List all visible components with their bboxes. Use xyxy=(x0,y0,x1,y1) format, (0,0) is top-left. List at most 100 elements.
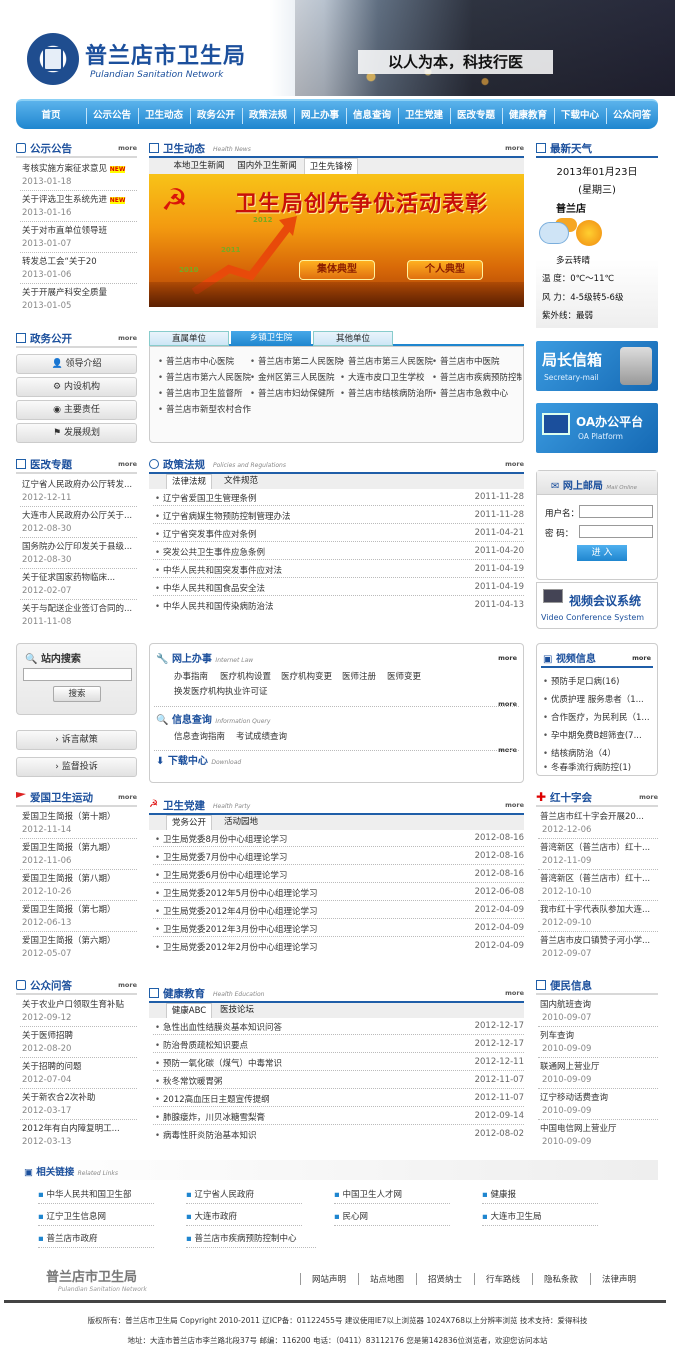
list-item[interactable]: 国内航班查询 xyxy=(540,998,591,1010)
list-item[interactable]: 病毒性肝炎防治基本知识 xyxy=(155,1129,257,1141)
list-item[interactable]: 关于农业户口领取生育补贴 xyxy=(22,998,134,1010)
related-link[interactable]: ▪ 中华人民共和国卫生部 xyxy=(38,1188,154,1204)
unit-link[interactable]: 普兰店市新型农村合作 xyxy=(158,403,251,415)
service-link[interactable]: 医师注册 xyxy=(342,670,376,682)
list-item[interactable]: 关于开展产科安全质量 xyxy=(22,286,132,298)
nav-announce[interactable]: 公示公告 xyxy=(86,101,138,131)
list-item[interactable]: 普兰店市皮口镇赞子河小学... xyxy=(540,934,656,946)
qa-more-link[interactable]: more xyxy=(118,981,137,989)
footer-link[interactable]: 法律声明 xyxy=(602,1273,636,1285)
list-item[interactable]: 防治骨质疏松知识要点 xyxy=(155,1039,248,1051)
list-item[interactable]: 孕中期免费B超筛查(7... xyxy=(543,729,655,741)
tab-documents[interactable]: 文件规范 xyxy=(218,474,264,489)
list-item[interactable]: 卫生局党委2012年3月份中心组理论学习 xyxy=(155,923,318,935)
unit-link[interactable]: 普兰店市急救中心 xyxy=(432,387,508,399)
unit-link[interactable]: 普兰店市卫生监督所 xyxy=(158,387,243,399)
related-link[interactable]: ▪ 健康报 xyxy=(482,1188,598,1204)
list-item[interactable]: 关于招聘的问题 xyxy=(22,1060,134,1072)
list-item[interactable]: 关于对市直单位领导班 xyxy=(22,224,132,236)
list-item[interactable]: 关于医师招聘 xyxy=(22,1029,134,1041)
list-item[interactable]: 结核病防治（4） xyxy=(543,747,655,759)
list-item[interactable]: 爱国卫生简报（第七期） xyxy=(22,903,116,915)
list-item[interactable]: 辽宁省突发事件应对条例 xyxy=(155,528,257,540)
tab-direct-units[interactable]: 直属单位 xyxy=(149,331,229,346)
secretary-mail-banner[interactable]: 局长信箱 Secretary-mail xyxy=(536,341,658,391)
nav-qa[interactable]: 公众问答 xyxy=(606,101,658,131)
nav-policy[interactable]: 政策法规 xyxy=(242,101,294,131)
nav-party[interactable]: 卫生党建 xyxy=(398,101,450,131)
password-input[interactable] xyxy=(579,525,653,538)
main-duty-button[interactable]: ◉ 主要责任 xyxy=(16,400,137,420)
gov-more-link[interactable]: more xyxy=(118,334,137,342)
tab-other-units[interactable]: 其他单位 xyxy=(313,331,393,346)
list-item[interactable]: 2012高血压日主题宣传提纲 xyxy=(155,1093,270,1105)
list-item[interactable]: 爱国卫生简报（第八期） xyxy=(22,872,116,884)
list-item[interactable]: 关于与配送企业签订合同的... xyxy=(22,602,134,614)
related-link[interactable]: ▪ 辽宁省人民政府 xyxy=(186,1188,302,1204)
related-link[interactable]: ▪ 辽宁卫生信息网 xyxy=(38,1210,154,1226)
list-item[interactable]: 急性出血性结膜炎基本知识问答 xyxy=(155,1021,282,1033)
list-item[interactable]: 考核实施方案征求意见 NEW xyxy=(22,162,132,174)
list-item[interactable]: 卫生局党委2012年4月份中心组理论学习 xyxy=(155,905,318,917)
list-item[interactable]: 国务院办公厅印发关于县级... xyxy=(22,540,134,552)
site-title[interactable]: 普兰店市卫生局 xyxy=(85,38,246,70)
unit-link[interactable]: 普兰店市第六人民医院 xyxy=(158,371,251,383)
video-conference-banner[interactable]: 视频会议系统 Video Conference System xyxy=(536,582,658,629)
nav-dynamics[interactable]: 卫生动态 xyxy=(138,101,190,131)
list-item[interactable]: 卫生局党委6月份中心组理论学习 xyxy=(155,869,287,881)
footer-link[interactable]: 行车路线 xyxy=(486,1273,520,1285)
list-item[interactable]: 爱国卫生简报（第六期） xyxy=(22,934,116,946)
related-link[interactable]: ▪ 民心网 xyxy=(334,1210,450,1226)
list-item[interactable]: 爱国卫生简报（第十期） xyxy=(22,810,116,822)
list-item[interactable]: 秋冬常饮暖胃粥 xyxy=(155,1075,223,1087)
list-item[interactable]: 联通网上营业厅 xyxy=(540,1060,600,1072)
list-item[interactable]: 中国电信网上营业厅 xyxy=(540,1122,617,1134)
list-item[interactable]: 转发总工会“关于20 xyxy=(22,255,132,267)
tab-health-abc[interactable]: 健康ABC xyxy=(166,1003,212,1018)
nav-online[interactable]: 网上办事 xyxy=(294,101,346,131)
list-item[interactable]: 中华人民共和国食品安全法 xyxy=(155,582,265,594)
tab-pioneer[interactable]: 卫生先锋榜 xyxy=(304,158,358,174)
tab-world-news[interactable]: 国内外卫生新闻 xyxy=(234,158,300,174)
announce-more-link[interactable]: more xyxy=(118,144,137,152)
collective-model-button[interactable]: 集体典型 xyxy=(299,260,375,280)
tab-forum[interactable]: 医技论坛 xyxy=(214,1003,260,1018)
query-link[interactable]: 考试成绩查询 xyxy=(236,730,287,742)
list-item[interactable]: 辽宁移动话费查询 xyxy=(540,1091,608,1103)
footer-link[interactable]: 招贤纳士 xyxy=(428,1273,462,1285)
nav-gov[interactable]: 政务公开 xyxy=(190,101,242,131)
list-item[interactable]: 大连市人民政府办公厅关于... xyxy=(22,509,134,521)
list-item[interactable]: 我市红十字代表队参加大连... xyxy=(540,903,656,915)
list-item[interactable]: 肺腺瘘炸，川贝冰糖雪梨膏 xyxy=(155,1111,265,1123)
footer-link[interactable]: 隐私条款 xyxy=(544,1273,578,1285)
list-item[interactable]: 突发公共卫生事件应急条例 xyxy=(155,546,265,558)
list-item[interactable]: 冬春季流行病防控(1) xyxy=(543,761,655,773)
unit-link[interactable]: 金州区第三人民医院 xyxy=(250,371,335,383)
related-link[interactable]: ▪ 普兰店市政府 xyxy=(38,1232,154,1248)
list-item[interactable]: 合作医疗，为民利民（1... xyxy=(543,711,655,723)
list-item[interactable]: 卫生局党委2012年5月份中心组理论学习 xyxy=(155,887,318,899)
list-item[interactable]: 卫生局党委8月份中心组理论学习 xyxy=(155,833,287,845)
list-item[interactable]: 关于征求国家药物临床... xyxy=(22,571,134,583)
list-item[interactable]: 卫生局党委2012年2月份中心组理论学习 xyxy=(155,941,318,953)
mail-login-button[interactable]: 进 入 xyxy=(577,545,627,561)
service-link[interactable]: 医疗机构变更 xyxy=(281,670,332,682)
search-input[interactable] xyxy=(23,668,132,681)
list-item[interactable]: 预防手足口病(16) xyxy=(543,675,655,687)
list-item[interactable]: 优质护理 服务患者（1... xyxy=(543,693,655,705)
redcross-more-link[interactable]: more xyxy=(639,793,658,801)
advice-button[interactable]: › 诉言献策 xyxy=(16,730,137,750)
online-more-link[interactable]: more xyxy=(498,654,517,662)
search-button[interactable]: 搜索 xyxy=(53,686,101,702)
list-item[interactable]: 2012年有白内障复明工... xyxy=(22,1122,134,1134)
related-link[interactable]: ▪ 大连市政府 xyxy=(186,1210,302,1226)
tab-party-public[interactable]: 党务公开 xyxy=(166,815,212,830)
list-item[interactable]: 中华人民共和国突发事件应对法 xyxy=(155,564,282,576)
service-link[interactable]: 医疗机构设置 xyxy=(220,670,271,682)
related-link[interactable]: ▪ 中国卫生人才网 xyxy=(334,1188,450,1204)
service-link[interactable]: 办事指南 xyxy=(174,670,208,682)
service-link[interactable]: 医师变更 xyxy=(387,670,421,682)
list-item[interactable]: 辽宁省病媒生物预防控制管理办法 xyxy=(155,510,291,522)
individual-model-button[interactable]: 个人典型 xyxy=(407,260,483,280)
tab-activity[interactable]: 活动园地 xyxy=(218,815,264,830)
